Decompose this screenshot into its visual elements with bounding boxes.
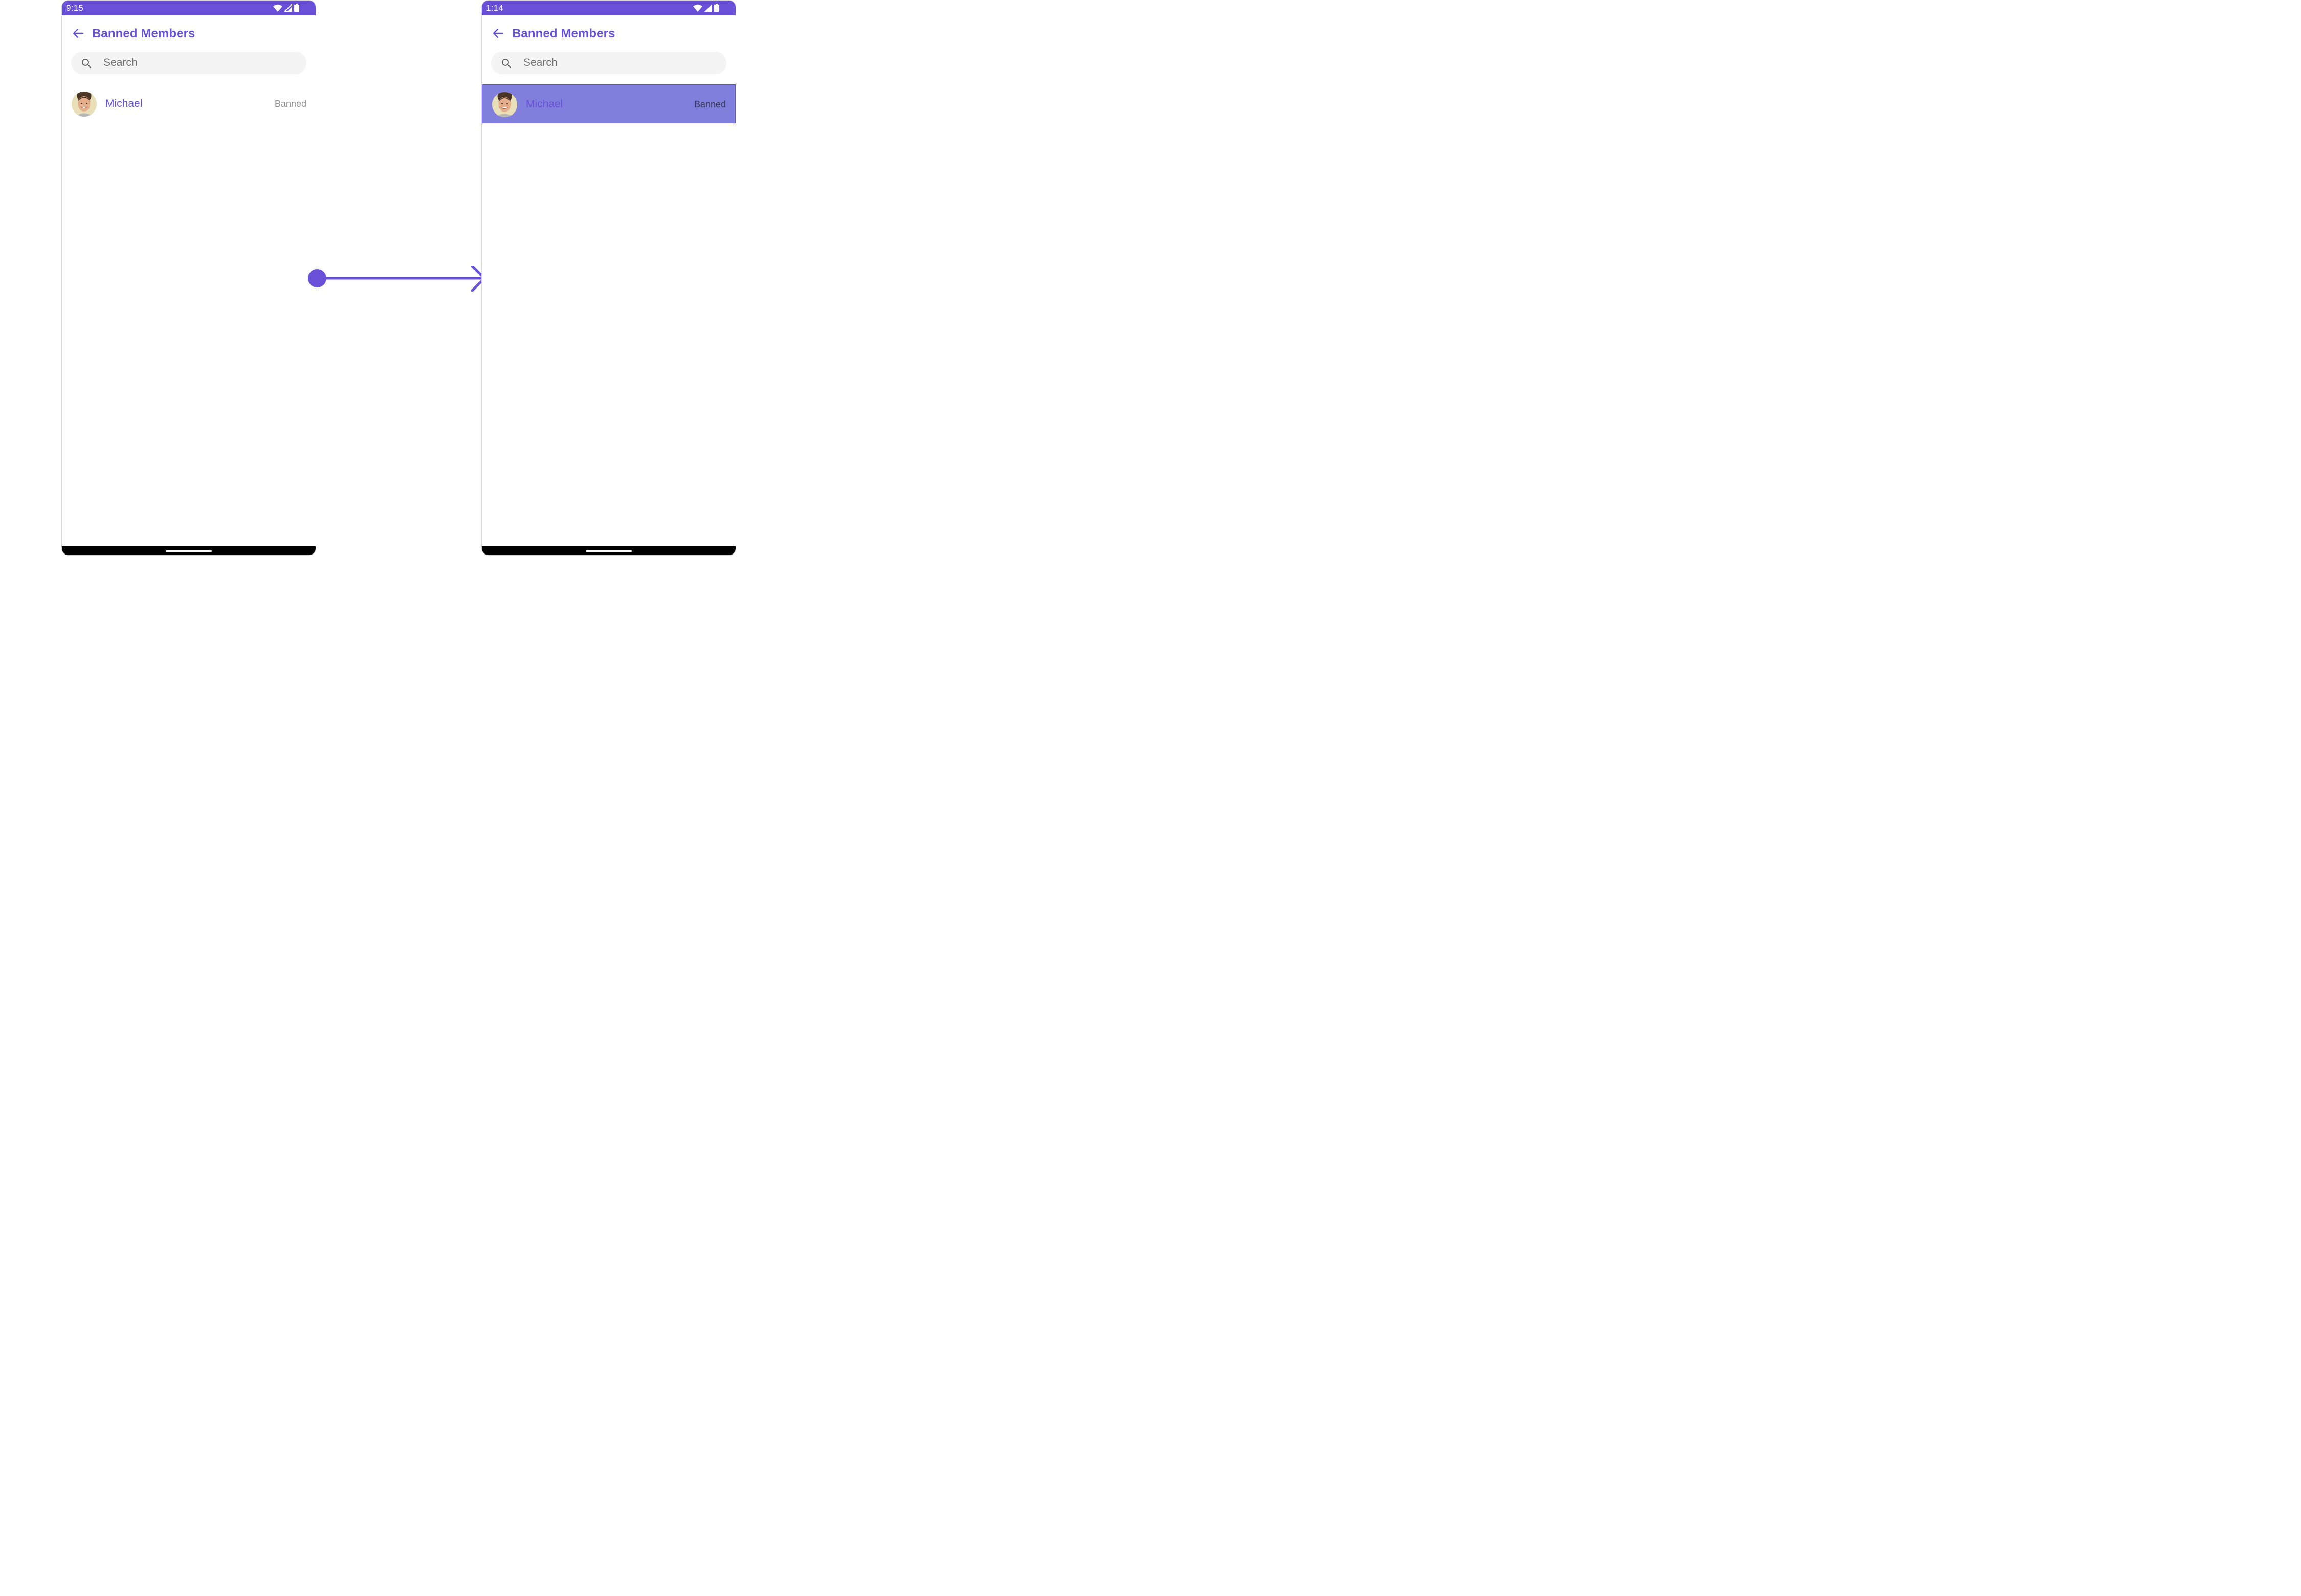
status-bar: 9:15 xyxy=(62,1,316,15)
member-row[interactable]: Michael Banned xyxy=(62,84,316,123)
home-indicator[interactable] xyxy=(586,550,632,552)
search-bar[interactable] xyxy=(71,52,306,74)
arrow-right-icon xyxy=(306,264,488,294)
battery-icon xyxy=(714,4,719,12)
cellular-signal-icon xyxy=(704,4,712,12)
member-name: Michael xyxy=(105,98,143,109)
page-title: Banned Members xyxy=(92,27,195,40)
search-icon xyxy=(501,58,512,71)
battery-icon xyxy=(294,4,299,12)
search-icon xyxy=(81,58,92,71)
status-time: 1:14 xyxy=(486,3,503,13)
arrow-left-icon xyxy=(492,27,504,42)
page-title: Banned Members xyxy=(512,27,615,40)
header: Banned Members xyxy=(482,21,736,48)
status-icons xyxy=(273,4,299,12)
search-input[interactable] xyxy=(523,52,716,74)
search-input[interactable] xyxy=(103,52,296,74)
wifi-icon xyxy=(693,4,702,12)
home-indicator[interactable] xyxy=(166,550,212,552)
phone-screen-default: 9:15 Banned Members Search Michael Banne… xyxy=(61,0,316,556)
avatar xyxy=(72,92,97,117)
wifi-icon xyxy=(273,4,282,12)
member-row-selected[interactable]: Michael Banned xyxy=(482,84,736,123)
navigation-bar xyxy=(62,546,316,555)
arrow-left-icon xyxy=(72,27,84,42)
member-status: Banned xyxy=(274,99,306,109)
status-bar: 1:14 xyxy=(482,1,736,15)
avatar xyxy=(492,92,517,117)
member-status: Banned xyxy=(694,99,726,109)
header: Banned Members xyxy=(62,21,316,48)
phone-screen-selected: 1:14 Banned Members Search Michael Banne… xyxy=(481,0,736,556)
cellular-signal-icon xyxy=(284,4,292,12)
back-button[interactable] xyxy=(70,26,86,42)
status-time: 9:15 xyxy=(66,3,83,13)
navigation-bar xyxy=(482,546,736,555)
status-icons xyxy=(693,4,719,12)
member-name: Michael xyxy=(526,98,563,110)
search-bar[interactable] xyxy=(491,52,726,74)
back-button[interactable] xyxy=(490,26,506,42)
